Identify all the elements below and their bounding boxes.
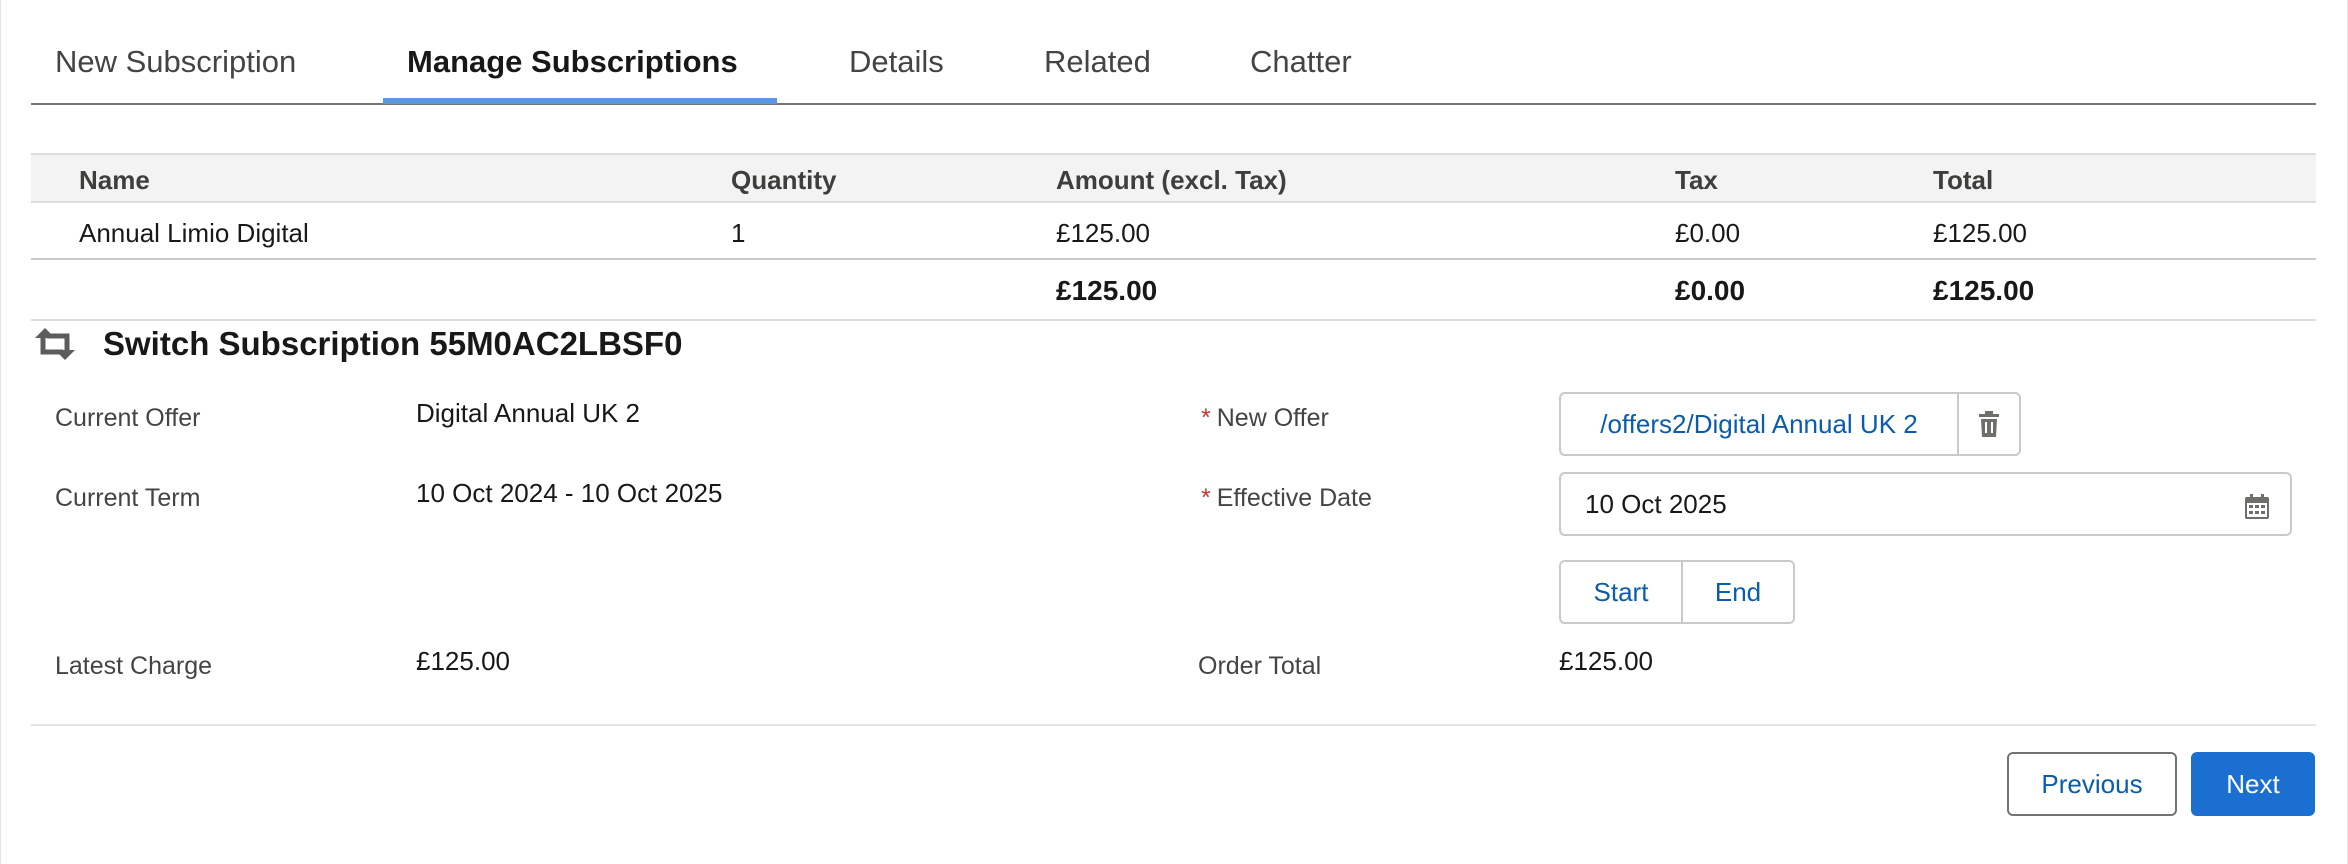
new-offer-lookup: /offers2/Digital Annual UK 2 bbox=[1559, 392, 2021, 456]
subscription-panel: New Subscription Manage Subscriptions De… bbox=[0, 0, 2348, 864]
new-offer-link[interactable]: /offers2/Digital Annual UK 2 bbox=[1561, 394, 1959, 454]
total-tax: £0.00 bbox=[1675, 275, 1746, 306]
switch-icon bbox=[31, 324, 79, 364]
trash-icon bbox=[1979, 411, 1999, 437]
total-amount: £125.00 bbox=[1056, 275, 1158, 306]
new-offer-label: * New Offer bbox=[1201, 404, 1329, 433]
section-header: Switch Subscription 55M0AC2LBSF0 bbox=[31, 322, 682, 366]
section-title: Switch Subscription 55M0AC2LBSF0 bbox=[103, 325, 683, 362]
latest-charge-label: Latest Charge bbox=[55, 652, 213, 680]
current-offer-value: Digital Annual UK 2 bbox=[416, 398, 641, 428]
latest-charge-value: £125.00 bbox=[416, 646, 510, 676]
active-tab-indicator bbox=[383, 98, 777, 104]
column-header-quantity[interactable]: Quantity bbox=[731, 165, 836, 196]
current-term-value: 10 Oct 2024 - 10 Oct 2025 bbox=[416, 478, 723, 508]
column-header-tax[interactable]: Tax bbox=[1675, 165, 1718, 196]
tab-manage-subscriptions[interactable]: Manage Subscriptions bbox=[407, 44, 738, 80]
effective-date-input[interactable] bbox=[1585, 488, 2185, 520]
table-totals-row: £125.00 £0.00 £125.00 bbox=[31, 260, 2316, 321]
previous-button[interactable]: Previous bbox=[2007, 752, 2177, 816]
order-total-label: Order Total bbox=[1198, 652, 1322, 680]
row-total: £125.00 bbox=[1933, 218, 2027, 248]
date-shortcut-group: Start End bbox=[1559, 560, 1795, 624]
tab-bar: New Subscription Manage Subscriptions De… bbox=[31, 0, 2316, 105]
tab-chatter[interactable]: Chatter bbox=[1250, 44, 1352, 80]
column-header-total[interactable]: Total bbox=[1933, 165, 1993, 196]
end-date-button[interactable]: End bbox=[1683, 562, 1793, 622]
current-term-label: Current Term bbox=[55, 484, 201, 512]
effective-date-field[interactable] bbox=[1559, 472, 2292, 536]
calendar-icon[interactable] bbox=[2244, 494, 2270, 520]
start-date-button[interactable]: Start bbox=[1561, 562, 1683, 622]
effective-date-label: * Effective Date bbox=[1201, 484, 1372, 513]
required-marker: * bbox=[1201, 404, 1211, 432]
remove-offer-button[interactable] bbox=[1959, 394, 2019, 454]
current-offer-label: Current Offer bbox=[55, 404, 201, 432]
table-header: Name Quantity Amount (excl. Tax) Tax Tot… bbox=[31, 153, 2316, 203]
row-amount: £125.00 bbox=[1056, 218, 1150, 248]
required-marker: * bbox=[1201, 484, 1211, 512]
column-header-name[interactable]: Name bbox=[79, 165, 150, 196]
row-name: Annual Limio Digital bbox=[79, 218, 309, 248]
total-total: £125.00 bbox=[1933, 275, 2035, 306]
tab-details[interactable]: Details bbox=[849, 44, 944, 80]
tab-new-subscription[interactable]: New Subscription bbox=[55, 44, 296, 80]
next-button[interactable]: Next bbox=[2191, 752, 2315, 816]
row-quantity: 1 bbox=[731, 218, 746, 248]
footer-divider bbox=[31, 724, 2316, 726]
subscriptions-table: Name Quantity Amount (excl. Tax) Tax Tot… bbox=[31, 153, 2316, 321]
column-header-amount[interactable]: Amount (excl. Tax) bbox=[1056, 165, 1287, 196]
effective-date-label-text: Effective Date bbox=[1216, 484, 1372, 512]
new-offer-label-text: New Offer bbox=[1216, 404, 1329, 432]
table-row: Annual Limio Digital 1 £125.00 £0.00 £12… bbox=[31, 203, 2316, 260]
row-tax: £0.00 bbox=[1675, 218, 1741, 248]
tab-related[interactable]: Related bbox=[1044, 44, 1151, 80]
order-total-value: £125.00 bbox=[1559, 646, 1653, 676]
